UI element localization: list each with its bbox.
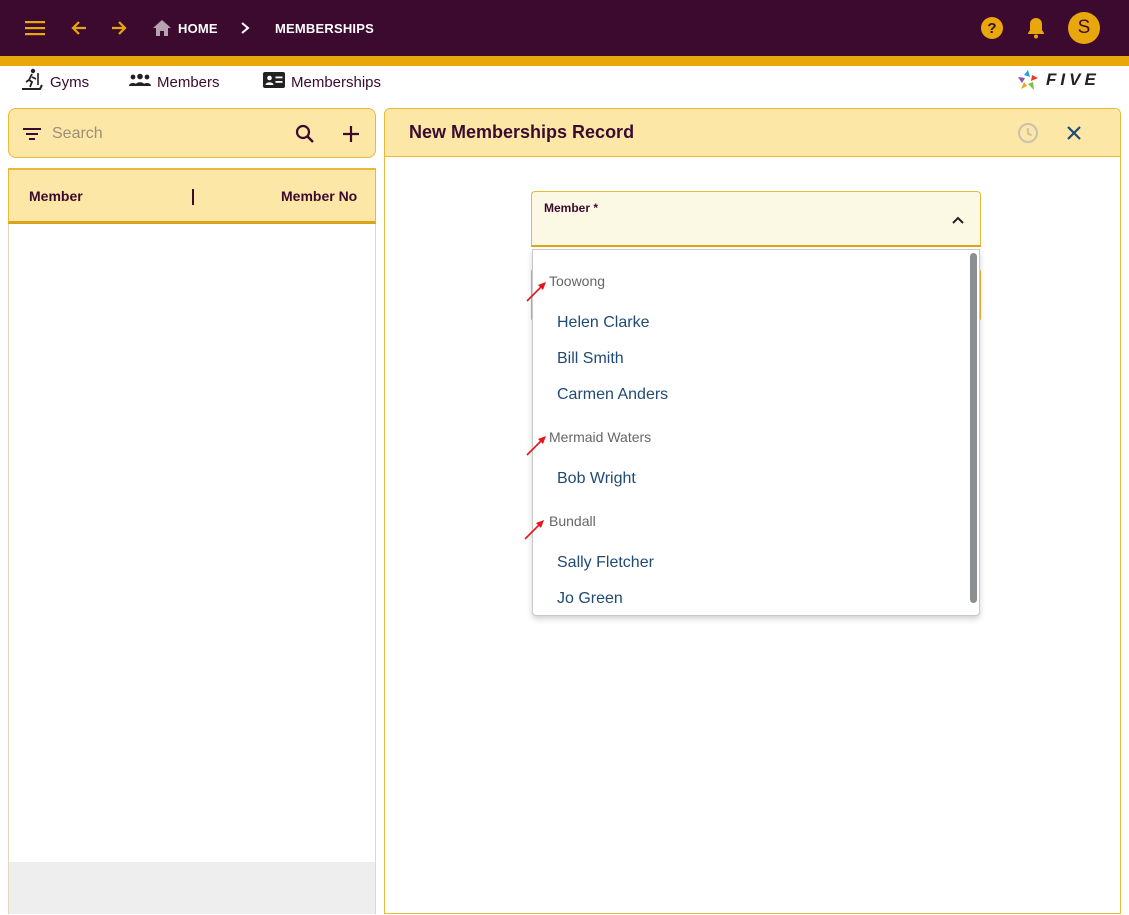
breadcrumb-current: MEMBERSHIPS — [275, 21, 374, 36]
dropdown-option[interactable]: Sally Fletcher — [557, 554, 654, 572]
nav-label-members: Members — [157, 73, 220, 91]
chevron-up-icon[interactable] — [946, 208, 970, 232]
filter-icon[interactable] — [19, 121, 45, 147]
treadmill-icon — [20, 68, 44, 97]
dropdown-group-label: Mermaid Waters — [549, 429, 652, 445]
id-card-icon — [263, 71, 285, 93]
svg-text:?: ? — [987, 20, 996, 37]
member-label: Member * — [544, 201, 599, 215]
member-select[interactable]: Member * — [531, 191, 981, 247]
list-header: Member Member No — [8, 168, 376, 224]
home-icon[interactable] — [148, 14, 176, 42]
annotation-arrow-icon — [526, 436, 546, 456]
record-list — [8, 168, 376, 914]
left-search-bar — [8, 108, 376, 158]
annotation-arrow-icon — [526, 282, 546, 302]
member-dropdown: Toowong Helen Clarke Bill Smith Carmen A… — [532, 249, 980, 616]
breadcrumb-home[interactable]: HOME — [178, 21, 218, 36]
list-footer — [9, 862, 375, 914]
nav-label-memberships: Memberships — [291, 73, 382, 91]
annotation-arrow-icon — [524, 520, 544, 540]
close-icon[interactable] — [1061, 120, 1087, 146]
user-avatar[interactable]: S — [1068, 12, 1100, 44]
dropdown-group-label: Toowong — [549, 273, 606, 289]
dropdown-group-label: Bundall — [549, 513, 596, 529]
dropdown-option[interactable]: Jo Green — [557, 590, 623, 608]
form-title: New Memberships Record — [409, 122, 635, 142]
five-logo: FIVE — [1016, 67, 1100, 93]
search-icon[interactable] — [292, 121, 318, 147]
chevron-right-icon — [231, 14, 259, 42]
forward-arrow-icon[interactable] — [105, 14, 133, 42]
nav-item-members[interactable]: Members — [129, 70, 220, 94]
dropdown-option[interactable]: Bob Wright — [557, 470, 636, 488]
bell-icon[interactable] — [1022, 14, 1050, 42]
dropdown-scrollbar[interactable] — [970, 253, 977, 603]
dropdown-option[interactable]: Helen Clarke — [557, 314, 649, 332]
add-icon[interactable] — [338, 121, 364, 147]
column-separator[interactable] — [192, 189, 194, 205]
five-logo-text: FIVE — [1046, 70, 1100, 89]
dropdown-option[interactable]: Bill Smith — [557, 350, 624, 368]
nav-item-memberships[interactable]: Memberships — [263, 70, 381, 94]
help-icon[interactable]: ? — [978, 14, 1006, 42]
history-icon[interactable] — [1015, 120, 1041, 146]
five-logo-icon — [1018, 70, 1038, 90]
nav-label-gyms: Gyms — [50, 73, 90, 91]
back-arrow-icon[interactable] — [65, 14, 93, 42]
people-icon — [129, 73, 151, 92]
search-input[interactable] — [52, 122, 272, 146]
top-bar-accent — [0, 56, 1129, 66]
column-header-member-no[interactable]: Member No — [281, 188, 357, 204]
column-header-member[interactable]: Member — [29, 188, 83, 204]
menu-icon[interactable] — [21, 14, 49, 42]
dropdown-option[interactable]: Carmen Anders — [557, 386, 668, 404]
nav-item-gyms[interactable]: Gyms — [20, 68, 90, 97]
